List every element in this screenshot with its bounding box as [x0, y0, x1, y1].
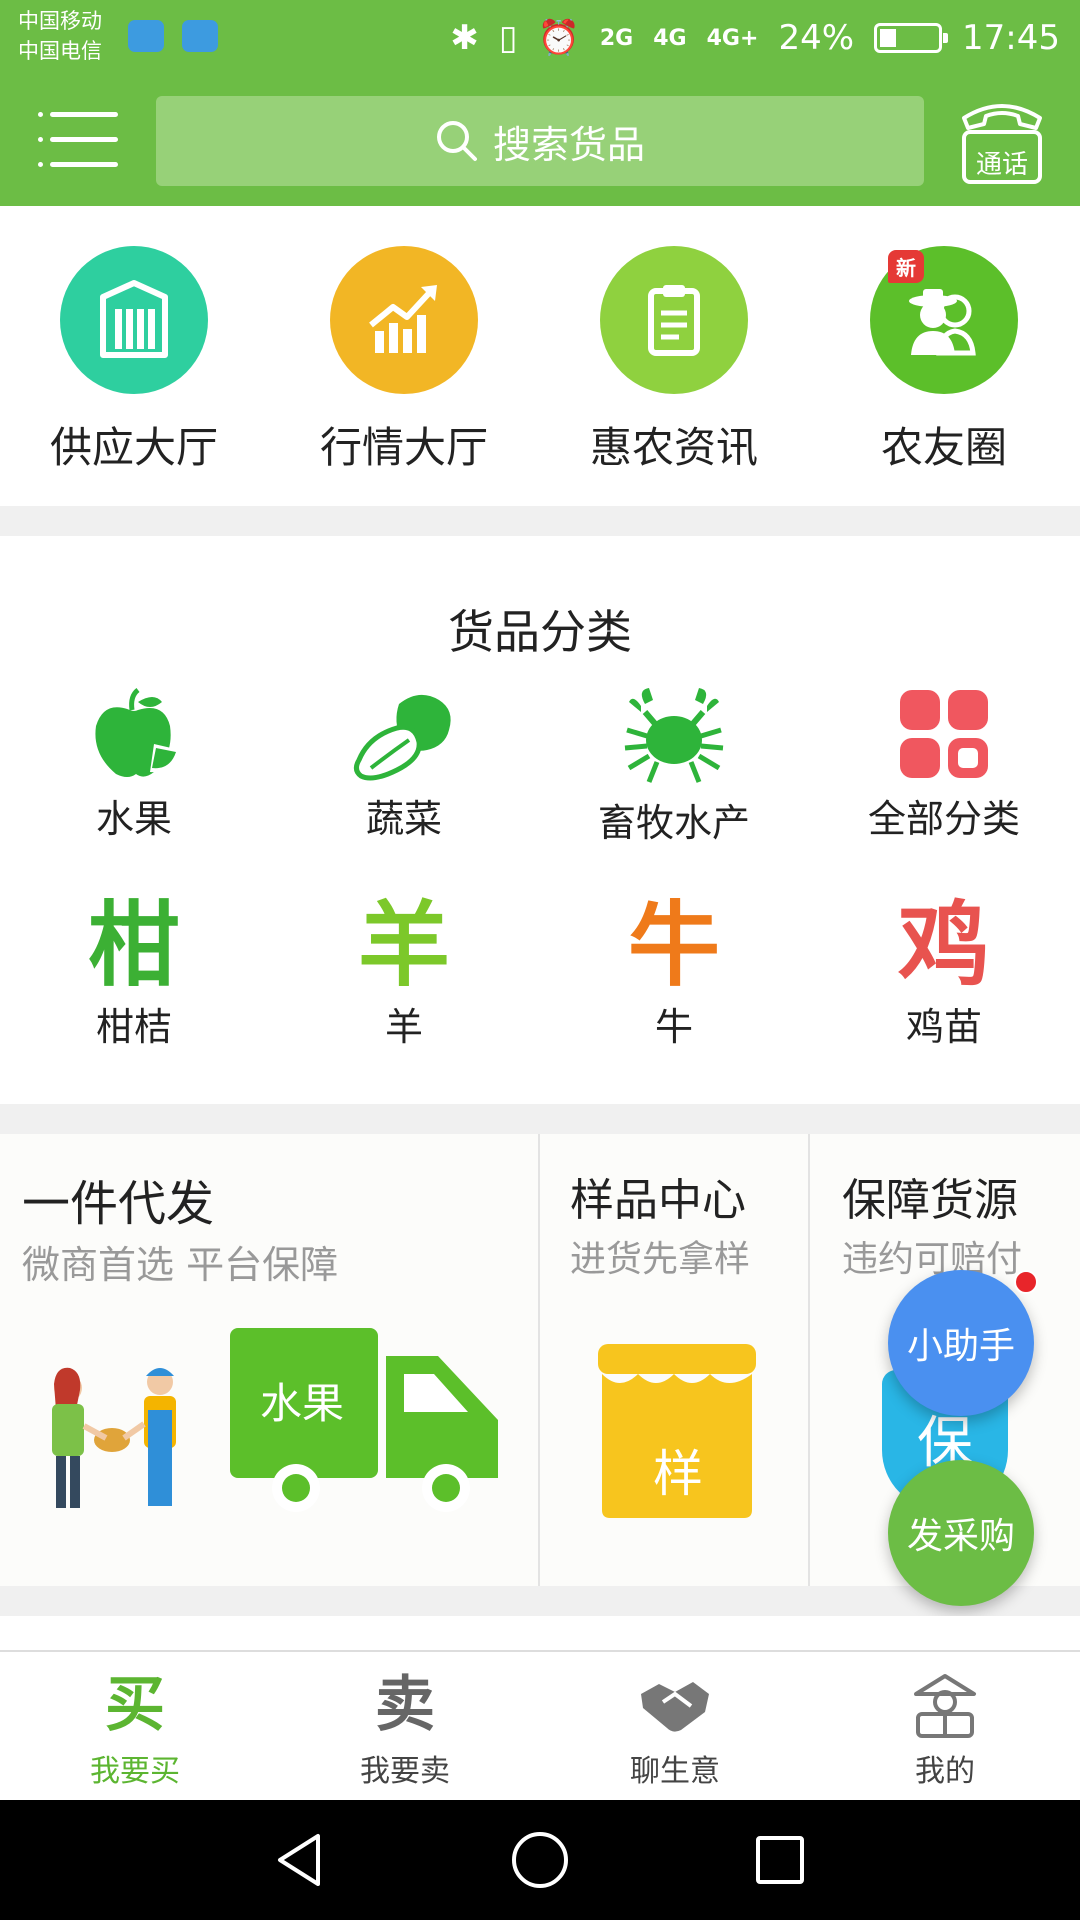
- profile-icon: [810, 1672, 1080, 1738]
- crab-icon: [624, 688, 724, 783]
- promo-subtitle: 违约可赔付: [842, 1239, 1023, 1280]
- status-bar: 中国移动 中国电信 ✱ ▯ ⏰ 2G 4G 4G+ 24% 17:45: [0, 0, 1080, 76]
- notification-dot: [1014, 1270, 1038, 1294]
- tab-label: 我要买: [90, 1754, 180, 1789]
- sell-icon: 卖: [375, 1670, 435, 1740]
- category-vegetable[interactable]: 蔬菜: [294, 684, 514, 843]
- post-purchase-label: 发采购: [906, 1516, 1015, 1557]
- quick-nav-label: 供应大厅: [49, 423, 218, 472]
- vibrate-icon: ▯: [498, 18, 518, 58]
- signal-4g-plus-label: 4G+: [706, 25, 759, 51]
- promo-title: 样品中心: [570, 1175, 746, 1226]
- warehouse-icon: [60, 246, 208, 394]
- category-char: 鸡: [897, 892, 990, 999]
- tab-label: 我要卖: [360, 1754, 450, 1789]
- next-section-strip: [0, 1616, 1080, 1650]
- carrier-2: 中国电信: [18, 39, 102, 63]
- category-livestock-aquatic[interactable]: 畜牧水产: [564, 684, 784, 847]
- apple-icon: [95, 688, 180, 777]
- category-char: 牛: [627, 892, 720, 999]
- search-placeholder: 搜索货品: [492, 122, 645, 167]
- tab-chat-business[interactable]: 聊生意: [540, 1672, 810, 1790]
- bottom-tab-bar: 买 我要买 卖 我要卖 聊生意 我的: [0, 1650, 1080, 1800]
- category-label: 全部分类: [867, 797, 1020, 841]
- category-label: 柑桔: [95, 1005, 172, 1049]
- post-purchase-button[interactable]: 发采购: [888, 1460, 1034, 1606]
- category-label: 水果: [95, 797, 172, 841]
- clock: 17:45: [962, 18, 1060, 58]
- category-all[interactable]: 全部分类: [834, 684, 1054, 843]
- quick-nav: 供应大厅 行情大厅 惠农资讯 新 农友圈: [0, 206, 1080, 506]
- promo-sample-center[interactable]: 样品中心 进货先拿样 样: [540, 1134, 808, 1586]
- back-icon[interactable]: [270, 1830, 330, 1890]
- category-label: 畜牧水产: [597, 801, 750, 845]
- category-label: 蔬菜: [365, 797, 442, 841]
- bluetooth-icon: ✱: [450, 18, 479, 58]
- promo-dropship[interactable]: 一件代发 微商首选 平台保障 水果: [0, 1134, 538, 1586]
- handshake-icon: [540, 1672, 810, 1738]
- quick-nav-label: 行情大厅: [319, 423, 488, 472]
- promo-subtitle: 微商首选 平台保障: [22, 1243, 339, 1287]
- signal-2g-label: 2G: [599, 25, 634, 51]
- app-notification-icon: [128, 20, 164, 52]
- promo-title: 一件代发: [22, 1176, 215, 1232]
- quick-nav-farmer-circle[interactable]: 新 农友圈: [834, 246, 1054, 475]
- category-label: 牛: [654, 1005, 693, 1049]
- system-nav-bar: [0, 1800, 1080, 1920]
- assistant-button[interactable]: 小助手: [888, 1270, 1034, 1416]
- status-icons: ✱ ▯ ⏰ 2G 4G 4G+ 24% 17:45: [450, 14, 1060, 62]
- category-section: 货品分类 水果 蔬菜 畜牧水产 全部分类 柑 柑桔 羊 羊 牛 牛 鸡 鸡苗: [0, 536, 1080, 1104]
- signal-4g-label: 4G: [653, 25, 687, 51]
- quick-nav-label: 农友圈: [880, 423, 1007, 472]
- category-cattle[interactable]: 牛 牛: [564, 896, 784, 1051]
- tab-label: 聊生意: [630, 1754, 720, 1789]
- promo-subtitle: 进货先拿样: [570, 1239, 751, 1280]
- search-bar[interactable]: 搜索货品: [156, 96, 924, 186]
- new-badge: 新: [888, 250, 924, 283]
- recent-apps-icon[interactable]: [750, 1830, 810, 1890]
- category-char: 柑: [87, 892, 180, 999]
- truck-label: 水果: [259, 1379, 344, 1428]
- category-sheep[interactable]: 羊 羊: [294, 896, 514, 1051]
- call-label: 通话: [975, 150, 1028, 180]
- tab-sell[interactable]: 卖 我要卖: [270, 1672, 540, 1790]
- all-categories-icon: [900, 690, 988, 778]
- handover-illustration: [52, 1367, 176, 1508]
- category-chick[interactable]: 鸡 鸡苗: [834, 896, 1054, 1051]
- assistant-label: 小助手: [906, 1326, 1015, 1367]
- category-fruit[interactable]: 水果: [24, 684, 244, 843]
- tab-label: 我的: [915, 1754, 975, 1789]
- carrier-1: 中国移动: [18, 9, 102, 33]
- battery-percent: 24%: [778, 18, 855, 58]
- home-icon[interactable]: [510, 1830, 570, 1890]
- cabbage-icon: [353, 694, 451, 781]
- promo-title: 保障货源: [842, 1175, 1018, 1226]
- tab-buy[interactable]: 买 我要买: [0, 1672, 270, 1790]
- battery-icon: [874, 23, 949, 53]
- category-label: 鸡苗: [905, 1005, 982, 1049]
- category-citrus[interactable]: 柑 柑桔: [24, 896, 244, 1051]
- buy-icon: 买: [105, 1670, 165, 1740]
- category-char: 羊: [357, 892, 450, 999]
- category-label: 羊: [384, 1005, 423, 1049]
- search-icon: [436, 121, 477, 161]
- alarm-icon: ⏰: [537, 18, 580, 58]
- quick-nav-label: 惠农资讯: [589, 423, 758, 472]
- menu-button[interactable]: [38, 112, 118, 168]
- sample-jar-label: 样: [653, 1445, 703, 1503]
- category-title: 货品分类: [448, 605, 632, 659]
- carrier-info: 中国移动 中国电信: [18, 6, 102, 66]
- trend-chart-icon: [330, 246, 478, 394]
- app-header: 搜索货品 通话: [0, 76, 1080, 206]
- tab-me[interactable]: 我的: [810, 1672, 1080, 1790]
- call-button[interactable]: 通话: [956, 96, 1048, 186]
- quick-nav-supply-hall[interactable]: 供应大厅: [24, 246, 244, 475]
- clipboard-icon: [600, 246, 748, 394]
- health-notification-icon: [182, 20, 218, 52]
- quick-nav-agri-news[interactable]: 惠农资讯: [564, 246, 784, 475]
- quick-nav-market-hall[interactable]: 行情大厅: [294, 246, 514, 475]
